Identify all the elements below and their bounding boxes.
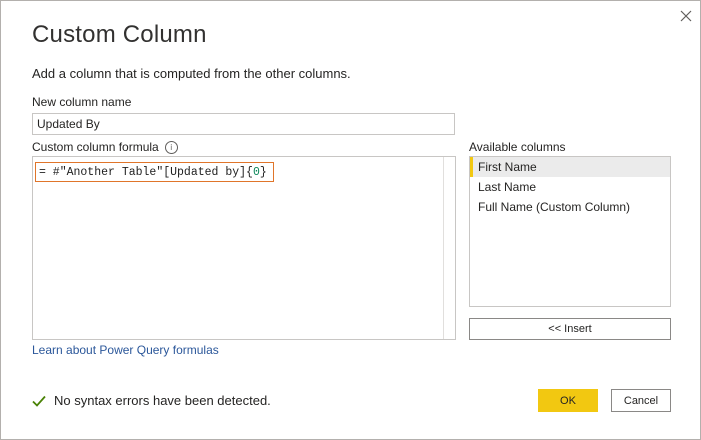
formula-suffix: }	[259, 165, 267, 179]
learn-formulas-link[interactable]: Learn about Power Query formulas	[32, 343, 219, 357]
formula-label-row: Custom column formula i	[32, 140, 178, 155]
available-columns-list[interactable]: First Name Last Name Full Name (Custom C…	[469, 156, 671, 307]
available-columns-label: Available columns	[469, 140, 566, 154]
formula-index: 0	[252, 165, 260, 179]
insert-button[interactable]: << Insert	[469, 318, 671, 340]
cancel-button[interactable]: Cancel	[611, 389, 671, 412]
status-text: No syntax errors have been detected.	[54, 393, 271, 408]
new-column-name-input[interactable]	[32, 113, 455, 135]
dialog-title: Custom Column	[32, 21, 207, 48]
ok-button[interactable]: OK	[538, 389, 598, 412]
info-icon[interactable]: i	[164, 141, 178, 154]
status-message: No syntax errors have been detected.	[32, 393, 271, 408]
formula-editor[interactable]: = #"Another Table"[Updated by]{0}	[32, 156, 456, 340]
available-column-item[interactable]: Full Name (Custom Column)	[470, 197, 670, 217]
formula-label: Custom column formula	[32, 140, 159, 154]
formula-prefix: = #"Another Table"[Updated by]{	[39, 165, 253, 179]
formula-scrollbar[interactable]	[443, 157, 455, 339]
check-icon	[32, 395, 46, 407]
dialog-description: Add a column that is computed from the o…	[32, 66, 351, 81]
custom-column-dialog: Custom Column Add a column that is compu…	[0, 0, 701, 440]
available-column-item[interactable]: First Name	[470, 157, 670, 177]
new-column-name-label: New column name	[32, 95, 132, 109]
formula-text[interactable]: = #"Another Table"[Updated by]{0}	[35, 162, 274, 182]
available-column-item[interactable]: Last Name	[470, 177, 670, 197]
close-icon[interactable]	[675, 5, 697, 27]
